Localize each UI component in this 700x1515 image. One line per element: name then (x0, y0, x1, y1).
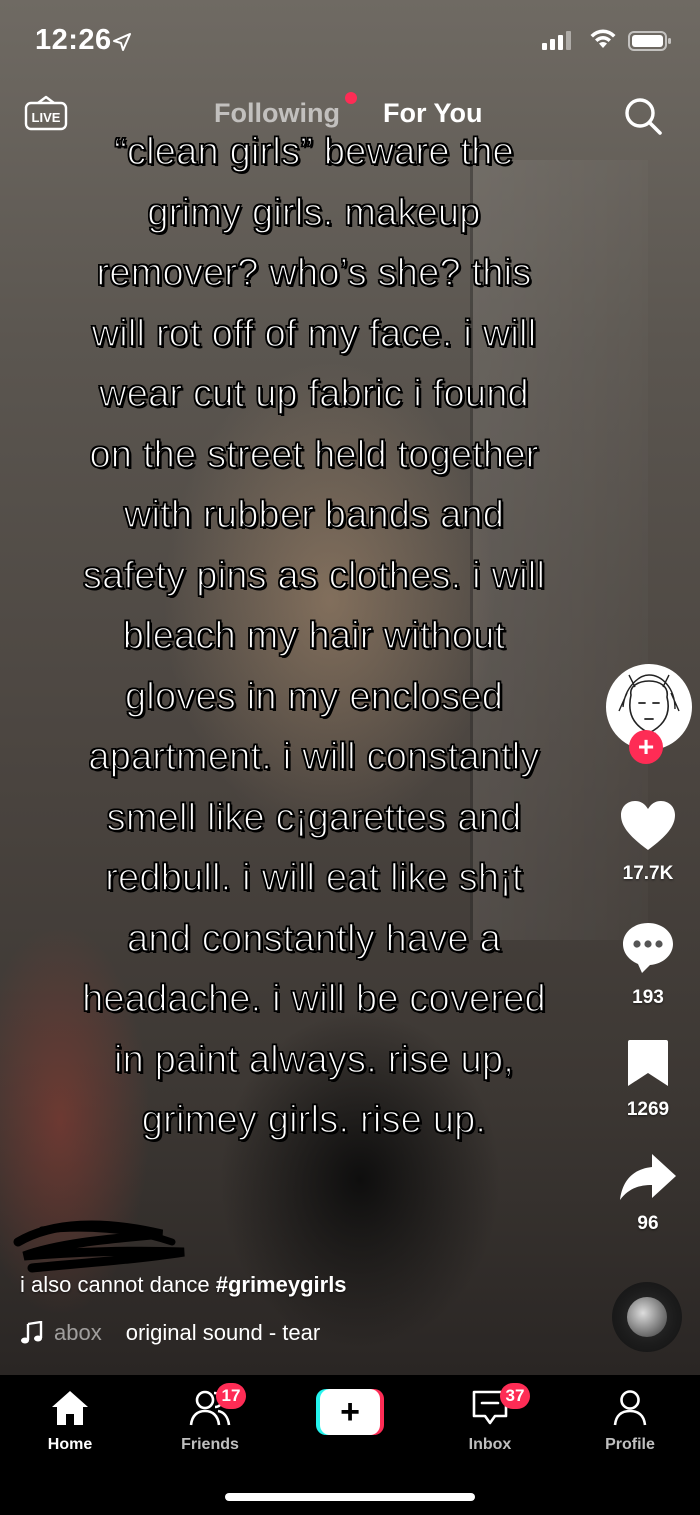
sound-row[interactable]: abox original sound - tear (20, 1320, 320, 1346)
music-note-icon (21, 1321, 43, 1344)
caption-line: grimey girls. rise up. (141, 1098, 487, 1141)
cellular-signal-icon (542, 31, 571, 50)
friends-badge: 17 (216, 1383, 246, 1409)
comment-icon (623, 923, 673, 973)
caption-line: gloves in my enclosed (124, 675, 504, 718)
caption-line: smell like c¡garettes and (106, 796, 522, 839)
caption-line: apartment. i will constantly (88, 735, 540, 778)
caption-line: safety pins as clothes. i will (82, 554, 546, 597)
tab-friends-label: Friends (181, 1436, 239, 1453)
caption-line: redbull. i will eat like sh¡t (104, 856, 523, 899)
location-arrow-icon (113, 33, 131, 51)
like-button[interactable]: 17.7K (598, 800, 698, 885)
following-new-dot (345, 92, 357, 104)
heart-icon (621, 801, 675, 850)
tab-profile-label: Profile (605, 1436, 655, 1453)
like-count: 17.7K (622, 863, 674, 884)
inbox-badge: 37 (500, 1383, 530, 1409)
caption-line: headache. i will be covered (81, 977, 546, 1020)
tab-home-label: Home (47, 1436, 93, 1453)
caption-line: with rubber bands and (123, 493, 505, 536)
battery-icon (628, 31, 671, 51)
save-button[interactable]: 1269 (598, 1038, 698, 1121)
comment-button[interactable]: 193 (598, 920, 698, 1009)
caption-line: and constantly have a (126, 917, 501, 960)
home-indicator[interactable] (225, 1493, 475, 1501)
sound-disc-cover (627, 1297, 667, 1337)
comment-count: 193 (632, 987, 664, 1008)
status-time: 12:26 (35, 24, 112, 56)
tab-home[interactable]: Home (10, 1389, 130, 1454)
status-bar: 12:26 (0, 0, 700, 80)
redaction-scribble (13, 1220, 185, 1273)
share-button[interactable]: 96 (598, 1152, 698, 1235)
caption-line: “clean girls” beware the (113, 130, 514, 173)
sound-disc[interactable] (612, 1282, 682, 1352)
follow-button[interactable]: + (629, 730, 663, 764)
caption-line: will rot off of my face. i will (91, 312, 537, 355)
tab-inbox[interactable]: 37 Inbox (430, 1383, 550, 1454)
hashtag-link[interactable]: #grimeygirls (216, 1272, 347, 1297)
caption-line: remover? who’s she? this (96, 251, 532, 294)
caption-line: wear cut up fabric i found (98, 372, 529, 415)
caption-line: grimy girls. makeup (147, 191, 481, 234)
share-count: 96 (637, 1213, 659, 1234)
search-icon[interactable] (622, 95, 664, 137)
caption-line: in paint always. rise up, (113, 1038, 514, 1081)
video-caption-overlay: “clean girls” beware the grimy girls. mak… (14, 122, 614, 1151)
description-text: i also cannot dance (20, 1272, 216, 1297)
sound-title: original sound - tear (125, 1320, 321, 1345)
bookmark-icon (628, 1040, 668, 1086)
tab-inbox-label: Inbox (468, 1436, 512, 1453)
create-button[interactable]: + (316, 1389, 384, 1435)
home-icon (52, 1391, 88, 1425)
tab-friends[interactable]: 17 Friends (150, 1383, 270, 1454)
share-arrow-icon (620, 1154, 676, 1200)
save-count: 1269 (626, 1099, 670, 1120)
profile-icon (613, 1390, 647, 1426)
plus-icon: + (320, 1389, 380, 1435)
sound-user-fragment: abox (54, 1320, 102, 1345)
wifi-icon (590, 29, 616, 48)
caption-line: bleach my hair without (122, 614, 506, 657)
caption-line: on the street held together (89, 433, 539, 476)
video-description: i also cannot dance #grimeygirls (20, 1272, 347, 1298)
tab-profile[interactable]: Profile (570, 1389, 690, 1454)
